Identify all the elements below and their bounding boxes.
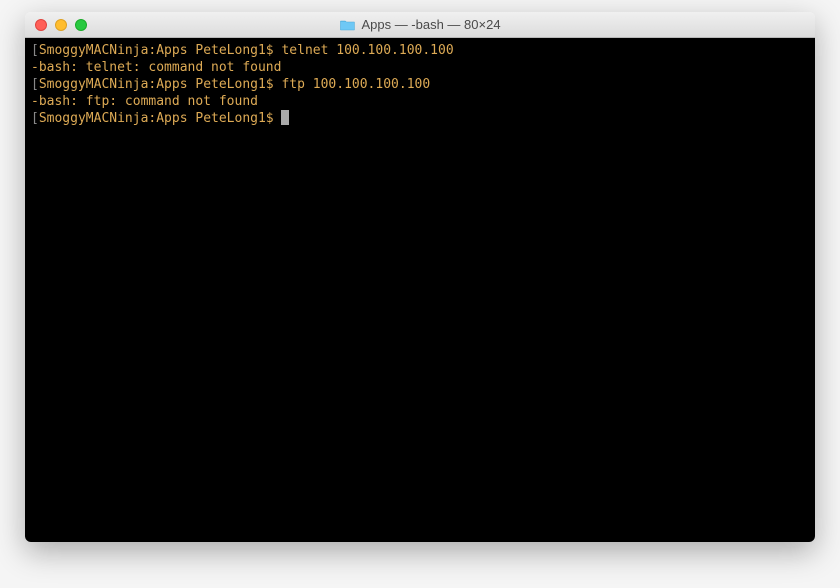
folder-icon [339,19,355,31]
window-title-text: Apps — -bash — 80×24 [361,17,500,32]
window-titlebar: Apps — -bash — 80×24 [25,12,815,38]
terminal-content[interactable]: [SmoggyMACNinja:Apps PeteLong1$ telnet 1… [25,38,815,542]
prompt: SmoggyMACNinja:Apps PeteLong1$ [39,111,282,126]
terminal-line: -bash: ftp: command not found [31,93,809,110]
terminal-line: [SmoggyMACNinja:Apps PeteLong1$ telnet 1… [31,42,809,59]
command-text: ftp 100.100.100.100 [281,77,430,92]
output-text: -bash: telnet: command not found [31,60,281,75]
command-text: telnet 100.100.100.100 [281,43,453,58]
terminal-line: [SmoggyMACNinja:Apps PeteLong1$ ftp 100.… [31,76,809,93]
bracket-icon: [ [31,111,39,126]
minimize-button[interactable] [55,19,67,31]
terminal-line: -bash: telnet: command not found [31,59,809,76]
terminal-line: [SmoggyMACNinja:Apps PeteLong1$ [31,110,809,127]
bracket-icon: [ [31,43,39,58]
close-button[interactable] [35,19,47,31]
maximize-button[interactable] [75,19,87,31]
output-text: -bash: ftp: command not found [31,94,258,109]
bracket-icon: [ [31,77,39,92]
prompt: SmoggyMACNinja:Apps PeteLong1$ [39,43,282,58]
window-controls [25,19,87,31]
window-title: Apps — -bash — 80×24 [339,17,500,32]
terminal-window: Apps — -bash — 80×24 [SmoggyMACNinja:App… [25,12,815,542]
cursor [281,110,289,125]
prompt: SmoggyMACNinja:Apps PeteLong1$ [39,77,282,92]
